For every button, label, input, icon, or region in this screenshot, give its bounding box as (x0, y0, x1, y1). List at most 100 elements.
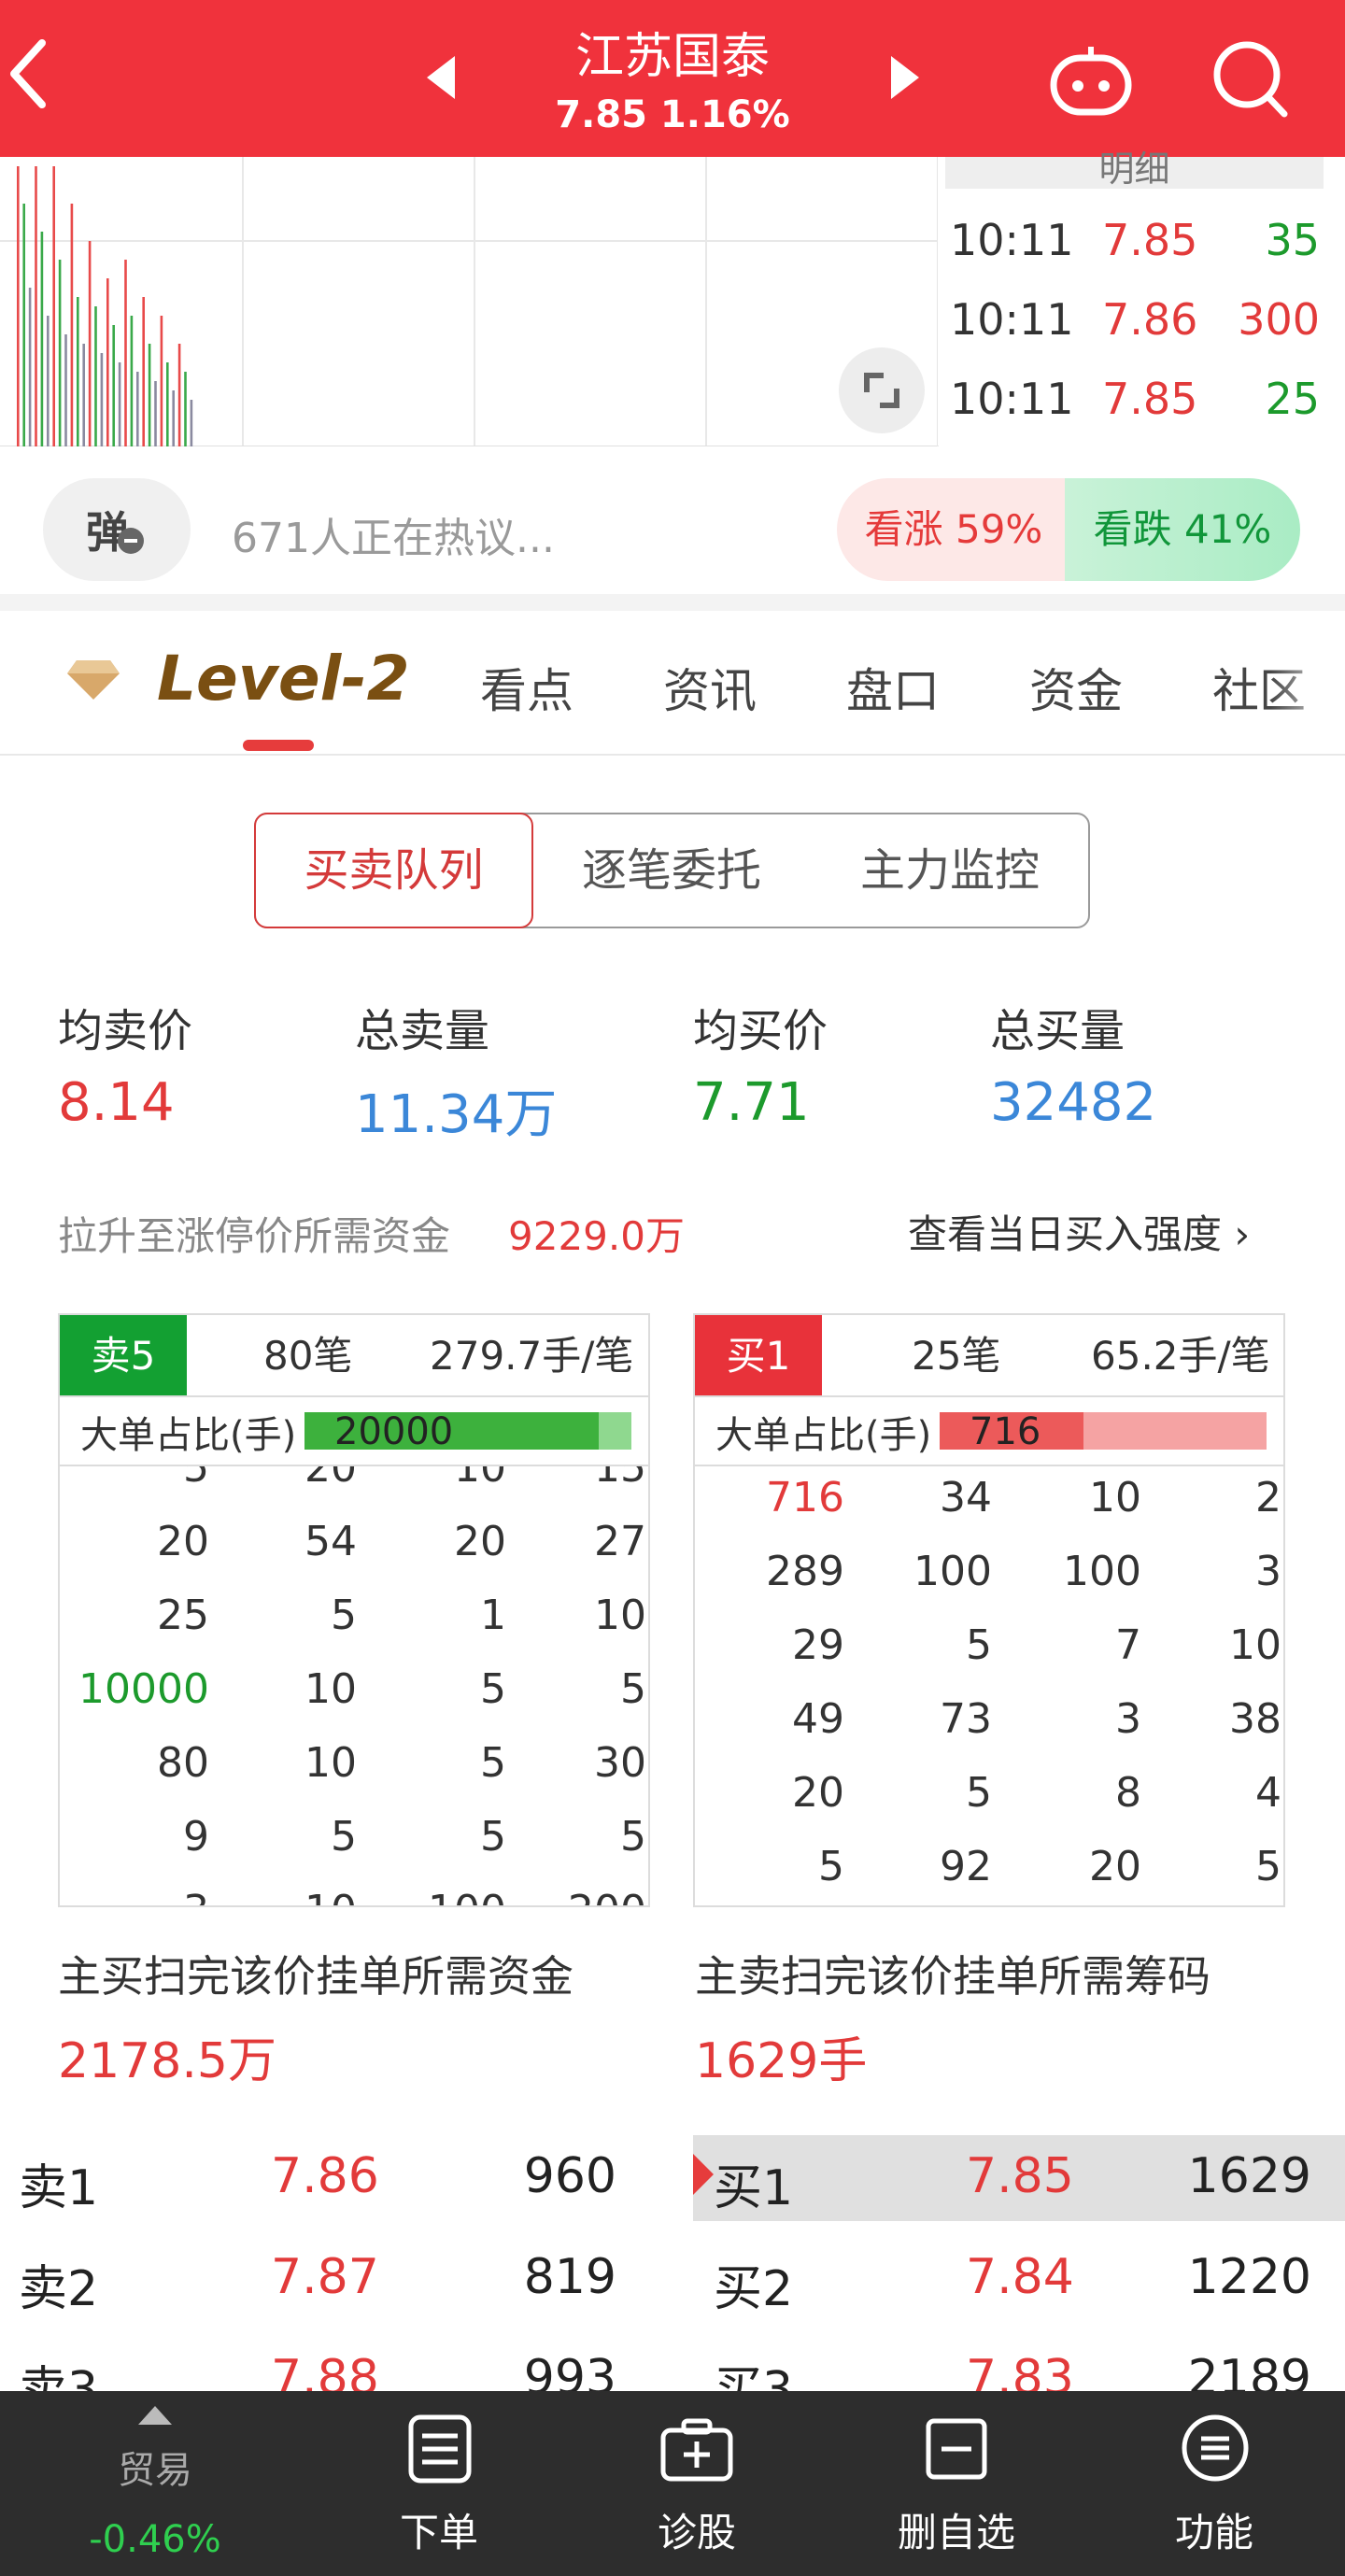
sell-level-row[interactable]: 卖2 7.87 819 (19, 2236, 616, 2322)
prev-stock-button[interactable] (425, 54, 457, 105)
sell-queue-cell: 9 (183, 1813, 209, 1861)
buy-sweep-capital-value: 2178.5万 (58, 2033, 276, 2089)
buy-level-tag: 买1 (695, 1315, 822, 1397)
sell-level-volume: 960 (523, 2148, 616, 2204)
trade-price: 7.85 (1102, 215, 1198, 265)
volume-bar (118, 362, 121, 446)
sell-level-row[interactable]: 卖1 7.86 960 (19, 2135, 616, 2221)
buy1-marker-icon (693, 2154, 714, 2195)
trade-row: 10:11 7.85 35 (948, 215, 1322, 290)
vote-bear-button[interactable]: 看跌 41% (1065, 478, 1300, 581)
robot-assistant-button[interactable] (1048, 43, 1134, 121)
sell-queue-cell: 27 (594, 1518, 646, 1565)
buy-level-row[interactable]: 买2 7.84 1220 (714, 2236, 1311, 2322)
volume-bar (106, 278, 109, 446)
robot-icon (1050, 47, 1132, 116)
buy-queue-cell: 100 (913, 1548, 992, 1595)
sell-queue-cell: 5 (620, 1813, 646, 1861)
avg-buy-label: 均买价 (693, 1005, 828, 1057)
detail-title: 明细 (1098, 149, 1170, 190)
trade-nav-button[interactable]: 贸易 -0.46% (52, 2391, 258, 2576)
buy-ratio-bar: 716 (940, 1410, 1267, 1453)
trade-nav-change: -0.46% (89, 2518, 221, 2561)
diamond-icon (65, 658, 121, 705)
place-order-button[interactable]: 下单 (336, 2391, 542, 2576)
vote-bull-button[interactable]: 看涨 59% (837, 478, 1070, 581)
detail-header: 明细 (945, 149, 1324, 190)
sell-queue-cell: 30 (594, 1739, 646, 1787)
volume-bar (190, 400, 193, 446)
segment-main-monitor[interactable]: 主力监控 (811, 813, 1089, 928)
diagnose-stock-button[interactable]: 诊股 (594, 2391, 800, 2576)
sell-level-price: 7.87 (271, 2249, 379, 2305)
segment-queue[interactable]: 买卖队列 (254, 813, 533, 928)
search-button[interactable] (1210, 37, 1290, 125)
volume-bar (160, 316, 163, 446)
tab-fade (1270, 635, 1345, 729)
remove-watchlist-button[interactable]: 删自选 (854, 2391, 1059, 2576)
limit-up-capital-label: 拉升至涨停价所需资金 (58, 1213, 451, 1259)
volume-bar (40, 232, 44, 446)
tab-kandian[interactable]: 看点 (480, 654, 573, 721)
sell-level-tag: 卖5 (60, 1315, 187, 1397)
buy-queue-cell: 3 (1255, 1548, 1281, 1595)
buy-level-price: 7.85 (966, 2148, 1074, 2204)
volume-bar (184, 372, 187, 446)
sell-level-label: 卖1 (19, 2160, 99, 2216)
sell-queue-cell: 5 (183, 1466, 209, 1492)
buy-queue-cell: 92 (940, 1843, 992, 1890)
tab-level2[interactable]: Level-2 (157, 643, 410, 715)
volume-bar (136, 372, 139, 446)
buy-intensity-link[interactable]: 查看当日买入强度 › (908, 1203, 1250, 1260)
sell-large-ratio-row: 大单占比(手) 20000 (60, 1395, 648, 1466)
trade-volume: 25 (1265, 374, 1320, 424)
sell-queue-cell: 54 (304, 1518, 357, 1565)
trade-time: 10:11 (950, 294, 1074, 345)
segment-order-detail[interactable]: 逐笔委托 (532, 813, 811, 928)
tab-news[interactable]: 资讯 (663, 654, 757, 721)
avg-buy-value: 7.71 (693, 1072, 810, 1133)
sell-queue-table: 卖5 80笔 279.7手/笔 大单占比(手) 20000 5 20 10 15 20 5… (58, 1313, 650, 1907)
chart-divider (937, 157, 938, 446)
sell-queue-rows[interactable]: 5 20 10 15 20 54 20 27 25 5 1 10 10000 10 5 5 80 10 5 30 9 5 5… (60, 1466, 648, 1905)
discussion-text[interactable]: 671人正在热议... (232, 504, 555, 564)
volume-bar (77, 297, 79, 446)
volume-bar (177, 344, 181, 446)
place-order-label: 下单 (399, 2510, 478, 2555)
buy-queue-cell: 20 (1089, 1843, 1141, 1890)
buy-queue-rows[interactable]: 716 34 10 2 289 100 100 3 29 5 7 10 49 73 3 38 20 5 8 4 5 92 2… (695, 1466, 1283, 1905)
trade-row: 10:11 7.85 25 (948, 374, 1322, 448)
total-sell-value: 11.34万 (355, 1084, 558, 1145)
buy-queue-cell: 20 (792, 1769, 844, 1817)
next-stock-button[interactable] (889, 54, 921, 105)
tab-funds[interactable]: 资金 (1029, 654, 1123, 721)
volume-bar (52, 166, 55, 446)
sell-queue-cell: 5 (331, 1592, 357, 1639)
sell-order-count: 80笔 (263, 1333, 353, 1379)
trade-price: 7.86 (1102, 294, 1198, 345)
buy-sweep-capital-label: 主买扫完该价挂单所需资金 (58, 1951, 573, 2002)
sell-queue-cell: 5 (480, 1665, 506, 1713)
buy-queue-cell: 716 (766, 1474, 844, 1522)
volume-bar (35, 166, 37, 446)
chevron-left-icon (10, 39, 46, 108)
buy-ratio-value: 716 (970, 1410, 1041, 1453)
limit-up-capital-value: 9229.0万 (508, 1213, 685, 1259)
sell-ratio-value: 20000 (334, 1410, 454, 1453)
buy-queue-cell: 38 (1229, 1695, 1281, 1743)
sell-queue-cell: 80 (157, 1739, 209, 1787)
minus-icon (118, 528, 144, 554)
fullscreen-button[interactable] (839, 347, 925, 433)
section-gap (0, 594, 1345, 611)
functions-button[interactable]: 功能 (1111, 2391, 1317, 2576)
briefcase-plus-icon (660, 2418, 733, 2482)
buy-level-row[interactable]: 买1 7.85 1629 (714, 2135, 1311, 2221)
buy-level-label: 买2 (714, 2261, 794, 2317)
stock-price-change: 7.85 1.16% (555, 93, 790, 136)
sell-queue-cell: 15 (594, 1466, 646, 1492)
intraday-chart[interactable] (0, 157, 939, 446)
triangle-right-icon (891, 56, 919, 99)
tab-orderbook[interactable]: 盘口 (846, 654, 940, 721)
volume-bar (148, 344, 151, 446)
sell-queue-cell: 5 (480, 1739, 506, 1787)
